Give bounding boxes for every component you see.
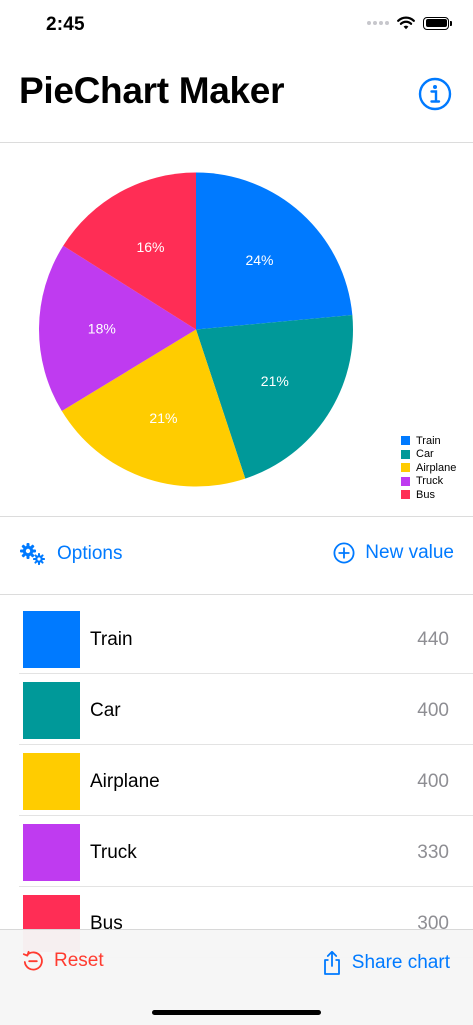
- legend-swatch: [401, 490, 410, 500]
- reset-arrow-icon: [22, 950, 43, 971]
- legend-swatch: [401, 449, 410, 459]
- legend-item: Train: [401, 434, 456, 448]
- item-name: Car: [90, 700, 121, 721]
- legend-swatch: [401, 436, 410, 446]
- color-swatch: [23, 824, 80, 881]
- slice-percent-label: 18%: [88, 321, 116, 337]
- reset-label: Reset: [54, 950, 104, 971]
- slice-percent-label: 21%: [149, 410, 177, 426]
- color-swatch: [23, 611, 80, 668]
- chart-legend: Train Car Airplane Truck Bus: [401, 434, 456, 502]
- item-name: Train: [90, 629, 133, 650]
- page-title: PieChart Maker: [19, 70, 285, 111]
- divider: [0, 594, 473, 595]
- share-chart-label: Share chart: [351, 952, 450, 973]
- values-list: Train 440 Car 400 Airplane 400 Truck 330 Bus 300: [19, 603, 473, 958]
- item-name: Airplane: [90, 771, 160, 792]
- list-item-car[interactable]: Car 400: [19, 674, 473, 745]
- options-label: Options: [57, 543, 123, 564]
- status-icons: [367, 16, 452, 30]
- pie-chart: 24% 21% 21% 18% 16% Train Car Airplane Truck Bus: [0, 143, 473, 516]
- legend-label: Airplane: [416, 461, 457, 474]
- new-value-label: New value: [365, 542, 454, 563]
- item-value: 330: [417, 842, 449, 863]
- list-item-airplane[interactable]: Airplane 400: [19, 745, 473, 816]
- cellular-signal-icon: [367, 21, 389, 25]
- legend-item: Airplane: [401, 461, 456, 475]
- gears-icon: [20, 543, 45, 565]
- options-row: Options New value: [0, 536, 473, 576]
- list-item-truck[interactable]: Truck 330: [19, 816, 473, 887]
- color-swatch: [23, 753, 80, 810]
- slice-percent-label: 21%: [261, 373, 289, 389]
- pie-slice-train: [196, 172, 353, 330]
- legend-item: Car: [401, 448, 456, 462]
- share-icon: [323, 950, 340, 975]
- legend-label: Bus: [416, 488, 435, 501]
- divider: [0, 516, 473, 517]
- options-button[interactable]: Options: [19, 542, 122, 566]
- legend-label: Car: [416, 448, 434, 461]
- status-bar: 2:45: [0, 0, 473, 54]
- share-chart-button[interactable]: Share chart: [322, 950, 450, 976]
- bottom-toolbar: Reset Share chart: [0, 929, 473, 1025]
- color-swatch: [23, 682, 80, 739]
- legend-label: Train: [416, 434, 441, 447]
- info-icon[interactable]: [418, 77, 452, 111]
- legend-item: Bus: [401, 488, 456, 502]
- wifi-icon: [397, 16, 415, 30]
- legend-swatch: [401, 463, 410, 473]
- slice-percent-label: 16%: [136, 239, 164, 255]
- legend-item: Truck: [401, 475, 456, 489]
- battery-icon: [423, 16, 452, 30]
- legend-swatch: [401, 476, 410, 486]
- home-indicator: [152, 1010, 321, 1015]
- item-name: Truck: [90, 842, 137, 863]
- plus-circle-icon: [333, 542, 355, 564]
- item-value: 440: [417, 629, 449, 650]
- item-value: 400: [417, 700, 449, 721]
- list-item-train[interactable]: Train 440: [19, 603, 473, 674]
- legend-label: Truck: [416, 475, 444, 488]
- item-value: 400: [417, 771, 449, 792]
- reset-button[interactable]: Reset: [22, 950, 104, 972]
- status-time: 2:45: [46, 14, 85, 35]
- slice-percent-label: 24%: [245, 252, 273, 268]
- new-value-button[interactable]: New value: [333, 542, 454, 564]
